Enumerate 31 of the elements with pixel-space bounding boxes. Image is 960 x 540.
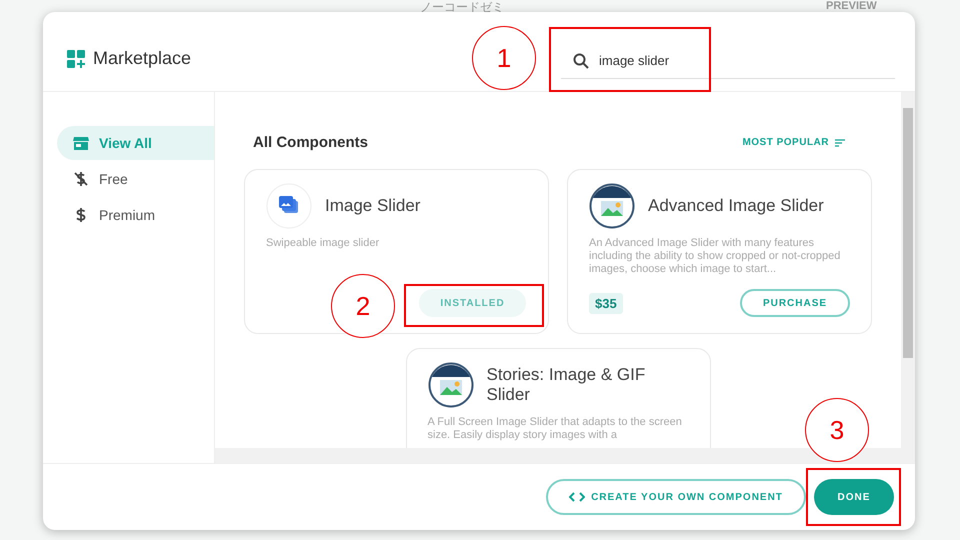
vertical-scrollbar[interactable] <box>901 92 915 448</box>
code-icon <box>569 492 586 502</box>
component-description: An Advanced Image Slider with many features including the ability to show cropped or not-cropped images, choose which image to start... <box>589 237 842 276</box>
sidebar-item[interactable]: Premium <box>57 198 214 232</box>
sidebar-item[interactable]: Free <box>57 162 214 196</box>
image-stack-icon <box>266 183 312 229</box>
purchase-button[interactable]: PURCHASE <box>740 289 850 317</box>
preview-link[interactable]: PREVIEW <box>826 0 877 12</box>
store-icon <box>73 135 89 151</box>
sort-button[interactable]: MOST POPULAR <box>742 137 845 148</box>
sidebar-item[interactable]: View All <box>57 126 214 160</box>
no-dollar-icon <box>73 171 89 187</box>
dialog-title: Marketplace <box>93 48 192 69</box>
component-description: Swipeable image slider <box>266 237 380 250</box>
done-button[interactable]: DONE <box>814 479 894 515</box>
search-icon <box>573 52 589 68</box>
search-field[interactable]: image slider <box>561 42 895 78</box>
create-component-button[interactable]: CREATE YOUR OWN COMPONENT <box>546 479 806 515</box>
component-title: Image Slider <box>325 196 420 216</box>
component-card[interactable]: Advanced Image Slider An Advanced Image Slider with many features including the ability to show cropped or not-cropped images, choose which image to start... $35 PURCHASE <box>567 169 872 334</box>
landscape-badge-icon <box>428 362 474 408</box>
sort-icon <box>835 138 845 146</box>
price-tag: $35 <box>589 292 623 314</box>
grid-plus-icon <box>67 50 85 68</box>
section-title: All Components <box>253 134 368 151</box>
component-title: Stories: Image & GIF Slider <box>486 365 646 405</box>
component-description: A Full Screen Image Slider that adapts to the screen size. Easily display story images with a <box>428 416 683 442</box>
landscape-badge-icon <box>589 183 635 229</box>
horizontal-scrollbar[interactable] <box>215 448 915 463</box>
component-title: Advanced Image Slider <box>648 196 824 216</box>
page-title: ノーコードゼミ <box>420 0 504 16</box>
